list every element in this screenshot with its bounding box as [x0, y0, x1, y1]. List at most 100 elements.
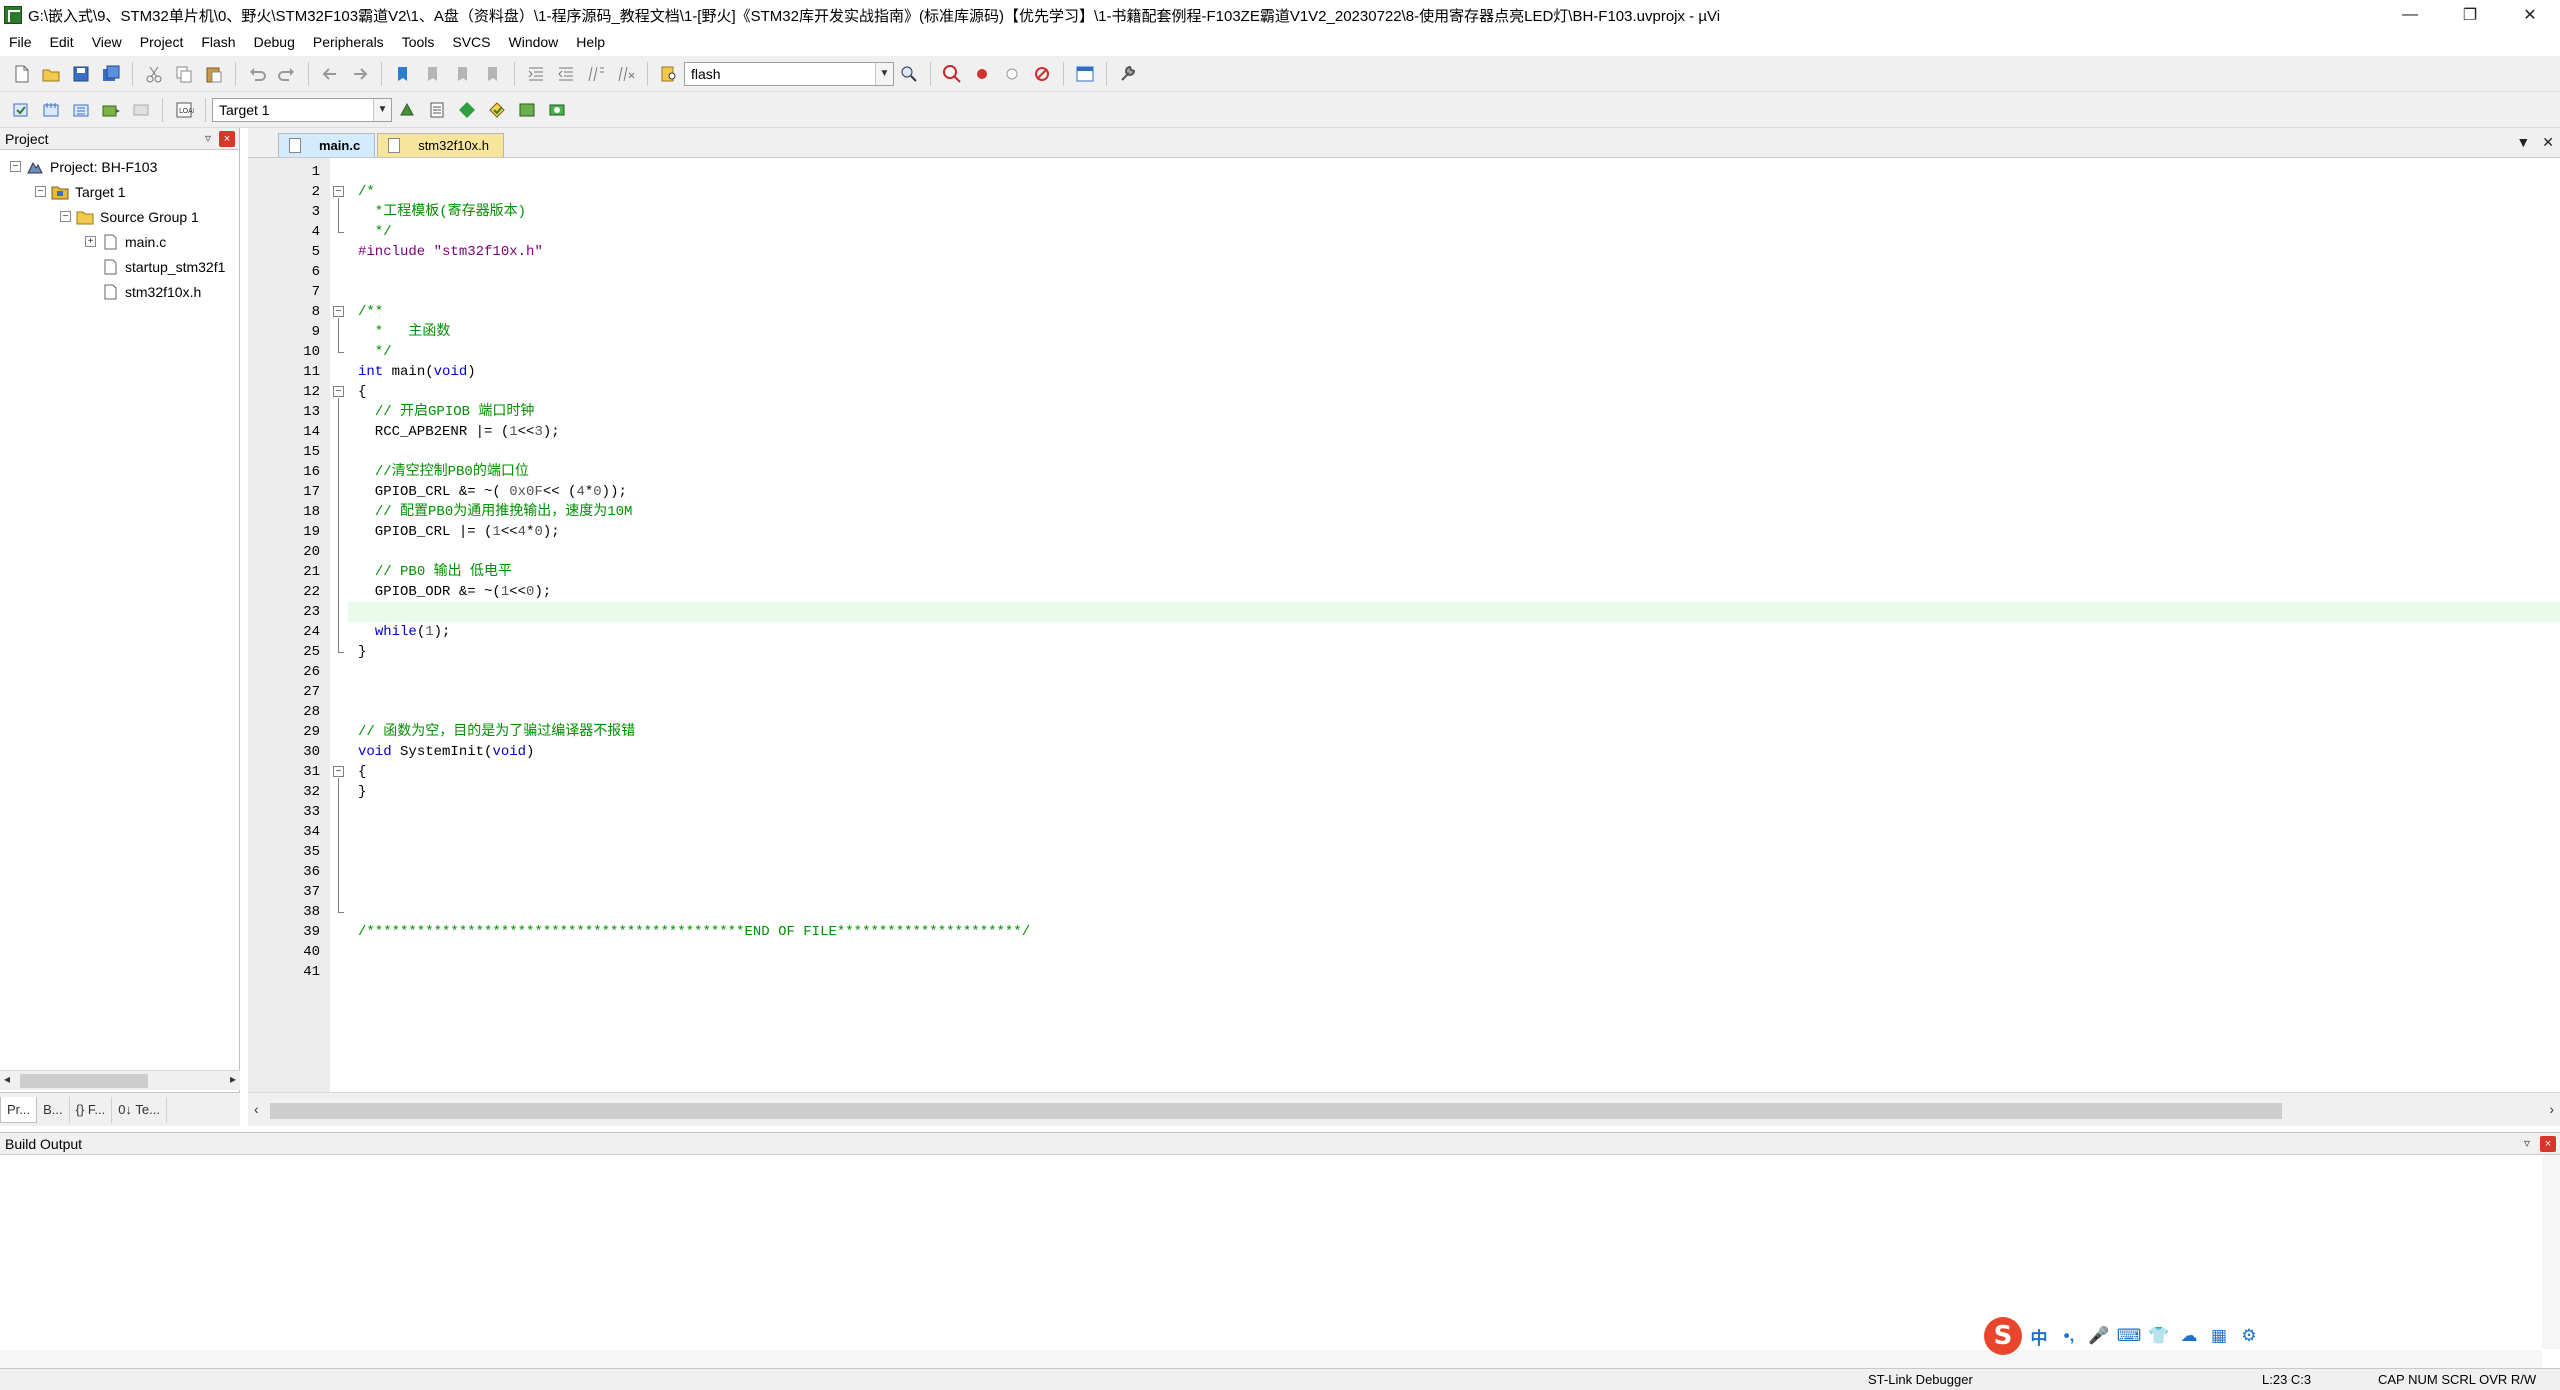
- code-line[interactable]: [348, 282, 2560, 302]
- editor-tab[interactable]: stm32f10x.h: [377, 133, 505, 157]
- redo-icon[interactable]: [273, 60, 301, 88]
- code-line[interactable]: */: [348, 222, 2560, 242]
- code-line[interactable]: // 开启GPIOB 端口时钟: [348, 402, 2560, 422]
- uncomment-icon[interactable]: [612, 60, 640, 88]
- scroll-right-icon[interactable]: ›: [2549, 1101, 2554, 1117]
- chevron-down-icon[interactable]: ▼: [875, 62, 893, 85]
- ime-chinese-icon[interactable]: 中: [2026, 1323, 2052, 1349]
- tree-item[interactable]: startup_stm32f1: [0, 254, 239, 279]
- menu-svcs[interactable]: SVCS: [443, 34, 499, 50]
- save-icon[interactable]: [67, 60, 95, 88]
- menu-edit[interactable]: Edit: [41, 34, 83, 50]
- code-line[interactable]: [348, 262, 2560, 282]
- code-line[interactable]: *工程模板(寄存器版本): [348, 202, 2560, 222]
- scroll-right-icon[interactable]: ▸: [230, 1072, 236, 1086]
- tree-item[interactable]: − Source Group 1: [0, 204, 239, 229]
- menu-file[interactable]: File: [0, 34, 41, 50]
- code-line[interactable]: //清空控制PB0的端口位: [348, 462, 2560, 482]
- code-line[interactable]: * 主函数: [348, 322, 2560, 342]
- scroll-thumb[interactable]: [20, 1074, 148, 1088]
- code-line[interactable]: GPIOB_ODR &= ~(1<<0);: [348, 582, 2560, 602]
- ime-punctuation-icon[interactable]: •,: [2056, 1323, 2082, 1349]
- build-output-vscrollbar[interactable]: [2542, 1155, 2560, 1349]
- indent-icon[interactable]: [522, 60, 550, 88]
- close-panel-button[interactable]: ×: [219, 131, 235, 147]
- code-line[interactable]: {: [348, 762, 2560, 782]
- code-line[interactable]: [348, 682, 2560, 702]
- prev-bookmark-icon[interactable]: [419, 60, 447, 88]
- code-line[interactable]: // PB0 输出 低电平: [348, 562, 2560, 582]
- fold-toggle-icon[interactable]: −: [333, 186, 344, 197]
- code-line[interactable]: GPIOB_CRL |= (1<<4*0);: [348, 522, 2560, 542]
- menu-help[interactable]: Help: [567, 34, 614, 50]
- undo-icon[interactable]: [243, 60, 271, 88]
- code-line[interactable]: /*: [348, 182, 2560, 202]
- editor-tab[interactable]: main.c: [278, 133, 376, 157]
- windows-icon[interactable]: [1071, 60, 1099, 88]
- ime-keyboard-icon[interactable]: ⌨: [2116, 1323, 2142, 1349]
- find-in-files-icon[interactable]: [655, 60, 683, 88]
- paste-icon[interactable]: [200, 60, 228, 88]
- code-line[interactable]: void SystemInit(void): [348, 742, 2560, 762]
- comment-icon[interactable]: [582, 60, 610, 88]
- select-packs-icon[interactable]: [513, 96, 541, 124]
- code-line[interactable]: // 配置PB0为通用推挽输出，速度为10M: [348, 502, 2560, 522]
- ime-toolbox-icon[interactable]: ▦: [2206, 1323, 2232, 1349]
- copy-icon[interactable]: [170, 60, 198, 88]
- code-line[interactable]: [348, 702, 2560, 722]
- manage-components-icon[interactable]: [423, 96, 451, 124]
- ime-cloud-icon[interactable]: ☁: [2176, 1323, 2202, 1349]
- code-line[interactable]: RCC_APB2ENR |= (1<<3);: [348, 422, 2560, 442]
- code-text[interactable]: /* *工程模板(寄存器版本) */ #include "stm32f10x.h"…: [348, 162, 2560, 982]
- target-combo[interactable]: Target 1 ▼: [212, 97, 392, 122]
- pin-icon[interactable]: ▿: [205, 131, 211, 145]
- code-line[interactable]: {: [348, 382, 2560, 402]
- menu-window[interactable]: Window: [500, 34, 568, 50]
- fold-toggle-icon[interactable]: −: [333, 386, 344, 397]
- fold-toggle-icon[interactable]: −: [333, 306, 344, 317]
- breakpoint-icon[interactable]: [968, 60, 996, 88]
- kill-breakpoints-icon[interactable]: [1028, 60, 1056, 88]
- ime-settings-icon[interactable]: ⚙: [2236, 1323, 2262, 1349]
- code-line[interactable]: /***************************************…: [348, 922, 2560, 942]
- expand-icon[interactable]: +: [85, 236, 96, 247]
- code-line[interactable]: [348, 962, 2560, 982]
- disable-breakpoint-icon[interactable]: [998, 60, 1026, 88]
- bookmark-icon[interactable]: [389, 60, 417, 88]
- rebuild-icon[interactable]: [67, 96, 95, 124]
- code-line[interactable]: [348, 802, 2560, 822]
- stop-build-icon[interactable]: [127, 96, 155, 124]
- code-line[interactable]: /**: [348, 302, 2560, 322]
- find-combo[interactable]: flash ▼: [684, 61, 894, 86]
- debug-session-icon[interactable]: [938, 60, 966, 88]
- tree-item[interactable]: stm32f10x.h: [0, 279, 239, 304]
- collapse-icon[interactable]: −: [60, 211, 71, 222]
- configure-icon[interactable]: [1114, 60, 1142, 88]
- sogou-logo-icon[interactable]: S: [1984, 1317, 2022, 1355]
- close-panel-button[interactable]: ×: [2540, 1136, 2556, 1152]
- chevron-down-icon[interactable]: ▼: [373, 98, 391, 121]
- tree-item[interactable]: + main.c: [0, 229, 239, 254]
- close-tab-icon[interactable]: ✕: [2542, 134, 2554, 151]
- cut-icon[interactable]: [140, 60, 168, 88]
- find-icon[interactable]: [895, 60, 923, 88]
- menu-project[interactable]: Project: [131, 34, 193, 50]
- code-line[interactable]: int main(void): [348, 362, 2560, 382]
- code-line[interactable]: while(1);: [348, 622, 2560, 642]
- code-line[interactable]: }: [348, 642, 2560, 662]
- code-line[interactable]: [348, 862, 2560, 882]
- menu-debug[interactable]: Debug: [245, 34, 304, 50]
- save-all-icon[interactable]: [97, 60, 125, 88]
- ime-voice-icon[interactable]: 🎤: [2086, 1323, 2112, 1349]
- code-line[interactable]: #include "stm32f10x.h": [348, 242, 2560, 262]
- run-environment-icon[interactable]: [543, 96, 571, 124]
- scroll-left-icon[interactable]: ‹: [254, 1101, 259, 1117]
- pack-installer-icon[interactable]: [483, 96, 511, 124]
- menu-tools[interactable]: Tools: [393, 34, 444, 50]
- collapse-icon[interactable]: −: [10, 161, 21, 172]
- batch-build-icon[interactable]: [97, 96, 125, 124]
- next-bookmark-icon[interactable]: [449, 60, 477, 88]
- unindent-icon[interactable]: [552, 60, 580, 88]
- code-line[interactable]: [348, 442, 2560, 462]
- new-file-icon[interactable]: [7, 60, 35, 88]
